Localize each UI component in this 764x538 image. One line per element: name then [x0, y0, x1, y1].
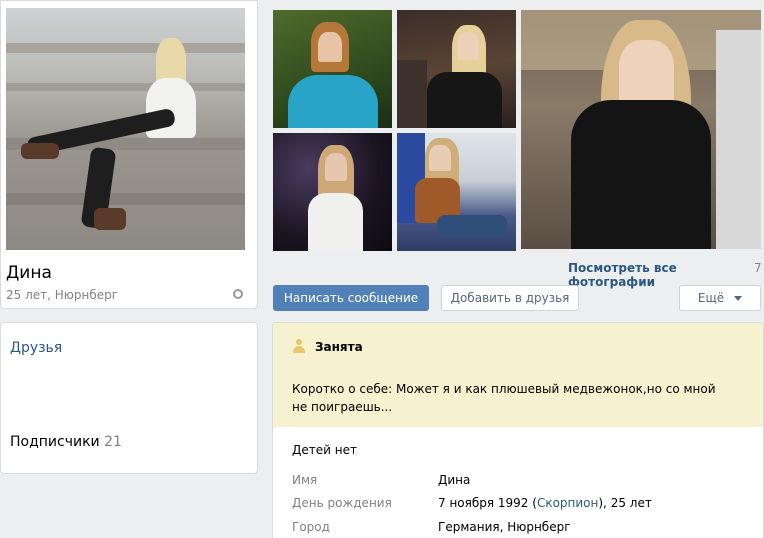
birthday-age: 25 лет	[610, 496, 652, 510]
friends-card: Друзья Подписчики 21	[0, 322, 258, 474]
online-status-icon	[233, 289, 243, 299]
photo-thumbnail[interactable]	[397, 133, 516, 251]
about-text: Коротко о себе: Может я и как плюшевый м…	[292, 382, 716, 414]
photo-thumbnail[interactable]	[521, 10, 761, 249]
profile-avatar[interactable]	[6, 8, 245, 250]
friends-link[interactable]: Друзья	[10, 340, 62, 356]
photo-thumbnail[interactable]	[273, 10, 392, 128]
add-friend-label: Добавить в друзья	[450, 291, 570, 305]
chevron-down-icon	[734, 295, 743, 301]
status-box: Занята Коротко о себе: Может я и как плю…	[273, 323, 763, 427]
info-value: Дина	[438, 473, 471, 487]
profile-name: Дина	[6, 263, 52, 283]
info-label: Город	[292, 520, 330, 534]
info-label: Имя	[292, 473, 318, 487]
send-message-button[interactable]: Написать сообщение	[273, 285, 429, 311]
profile-meta: 25 лет, Нюрнберг	[6, 288, 119, 302]
subscribers-label: Подписчики	[10, 434, 100, 450]
more-actions-button[interactable]: Ещё	[679, 285, 761, 311]
children-info: Детей нет	[292, 443, 357, 457]
photo-thumbnail[interactable]	[397, 10, 516, 128]
photo-thumbnail[interactable]	[273, 133, 392, 251]
relationship-status: Занята	[315, 340, 363, 354]
birthday-date: 7 ноября 1992	[438, 496, 529, 510]
add-friend-button[interactable]: Добавить в друзья	[441, 285, 579, 311]
info-value: 7 ноября 1992 (Скорпион), 25 лет	[438, 496, 652, 510]
subscribers-link[interactable]: Подписчики 21	[10, 434, 122, 450]
send-message-label: Написать сообщение	[283, 291, 419, 305]
profile-card: Дина 25 лет, Нюрнберг	[0, 0, 258, 309]
zodiac-link[interactable]: Скорпион	[537, 496, 598, 510]
info-value: Германия, Нюрнберг	[438, 520, 571, 534]
subscribers-count: 21	[104, 434, 122, 450]
photos-count: 7	[754, 261, 762, 275]
person-icon	[293, 339, 305, 353]
info-card: Занята Коротко о себе: Может я и как плю…	[272, 322, 764, 538]
info-label: День рождения	[292, 496, 392, 510]
more-label: Ещё	[697, 291, 725, 305]
